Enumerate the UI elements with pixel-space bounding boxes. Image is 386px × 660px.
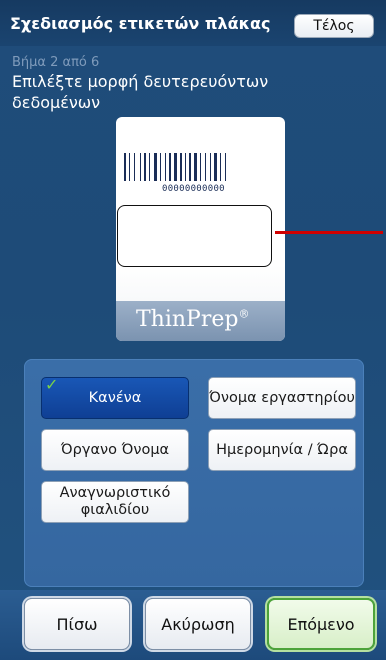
option-label: Αναγνωριστικό φιαλιδίου (59, 485, 171, 518)
title-bar: Σχεδιασμός ετικετών πλάκας Τέλος (0, 0, 386, 46)
brand-band: ThinPrep® (116, 301, 285, 341)
next-button[interactable]: Επόμενο (267, 598, 375, 650)
registered-mark: ® (238, 307, 250, 321)
done-button[interactable]: Τέλος (294, 14, 374, 38)
option-date-time[interactable]: Ημερομηνία / Ώρα (208, 429, 356, 471)
slide-label-preview: 00000000000 ThinPrep® (116, 117, 285, 341)
option-lab-name[interactable]: Όνομα εργαστηρίου (208, 377, 356, 419)
option-instrument-name[interactable]: Όργανο Όνομα (41, 429, 189, 471)
check-icon: ✓ (45, 375, 59, 394)
option-vial-id[interactable]: Αναγνωριστικό φιαλιδίου (41, 481, 189, 523)
option-label: Κανένα (88, 389, 142, 406)
secondary-data-area (117, 205, 272, 267)
label-design-screen: Σχεδιασμός ετικετών πλάκας Τέλος Βήμα 2 … (0, 0, 386, 660)
barcode-icon (124, 153, 226, 181)
pointer-line (275, 231, 383, 234)
option-label: Όργανο Όνομα (60, 441, 170, 458)
option-label: Όνομα εργαστηρίου (209, 389, 355, 406)
barcode-digits: 00000000000 (162, 184, 225, 194)
page-title: Σχεδιασμός ετικετών πλάκας (10, 14, 271, 33)
back-button[interactable]: Πίσω (24, 598, 130, 650)
instruction-text: Επιλέξτε μορφή δευτερευόντων δεδομένων (12, 72, 269, 112)
cancel-button[interactable]: Ακύρωση (145, 598, 251, 650)
step-indicator: Βήμα 2 από 6 (12, 55, 100, 70)
options-panel: ✓ Κανένα Όνομα εργαστηρίου Όργανο Όνομα … (24, 359, 364, 587)
brand-name: ThinPrep (136, 307, 239, 332)
option-label: Ημερομηνία / Ώρα (216, 441, 348, 458)
brand-logo: ThinPrep® (136, 307, 249, 332)
option-none[interactable]: ✓ Κανένα (41, 375, 189, 419)
bottom-nav: Πίσω Ακύρωση Επόμενο (0, 590, 386, 660)
